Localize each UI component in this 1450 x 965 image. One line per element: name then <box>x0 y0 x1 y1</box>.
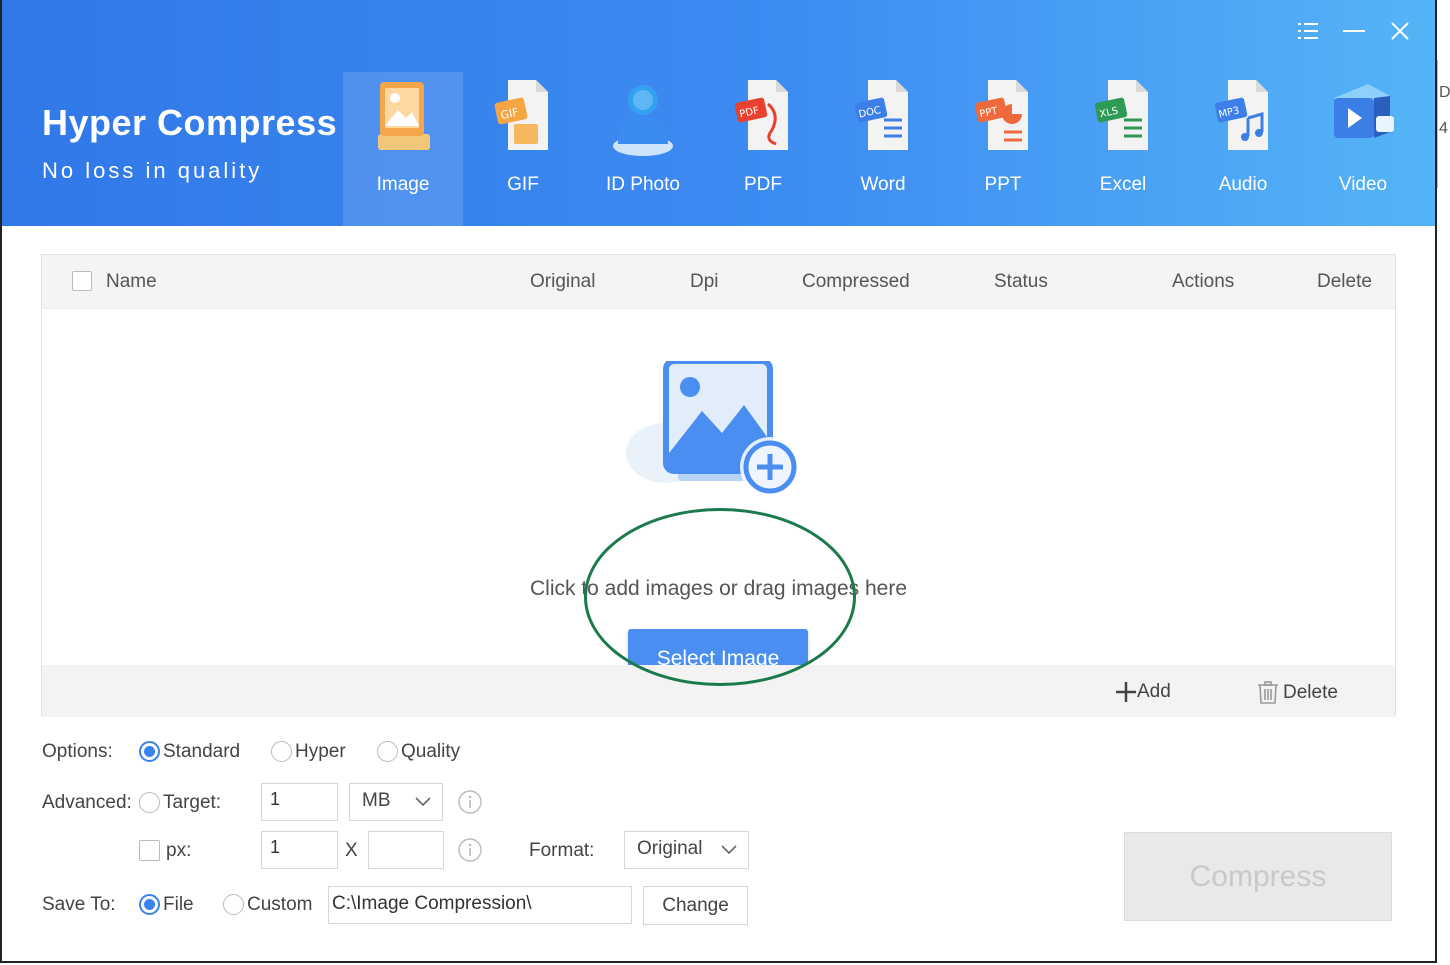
add-label: Add <box>1137 681 1171 702</box>
tab-gif[interactable]: GIF GIF <box>463 72 583 226</box>
drop-hint-text: Click to add images or drag images here <box>529 577 907 600</box>
tab-excel[interactable]: XLS Excel <box>1063 72 1183 226</box>
format-label: Format: <box>529 840 595 861</box>
ppt-icon: PPT <box>974 80 1028 150</box>
column-original[interactable]: Original <box>530 271 595 293</box>
chevron-down-icon <box>415 797 431 807</box>
video-icon <box>1334 84 1394 138</box>
tab-label: Excel <box>1099 174 1147 195</box>
gif-icon: GIF <box>494 80 548 150</box>
word-icon: DOC <box>854 80 908 150</box>
radio-target[interactable] <box>139 792 160 813</box>
tab-audio[interactable]: MP3 Audio <box>1183 72 1303 226</box>
radio-save-custom[interactable] <box>223 894 244 915</box>
custom-label[interactable]: Custom <box>247 894 312 916</box>
format-value: Original <box>637 838 703 859</box>
tab-label: GIF <box>507 174 539 195</box>
px-height-input[interactable] <box>368 831 444 869</box>
tab-label: ID Photo <box>606 174 680 195</box>
close-icon[interactable] <box>1389 18 1411 44</box>
file-label[interactable]: File <box>163 894 194 916</box>
file-list-panel: Name Original Dpi Compressed Status Acti… <box>41 254 1396 717</box>
tab-label: Word <box>860 174 906 195</box>
window-controls <box>1297 18 1411 44</box>
menu-icon[interactable] <box>1297 18 1319 44</box>
background-text: Da <box>1439 84 1450 101</box>
brand: Hyper Compress No loss in quality <box>42 102 337 184</box>
tab-label: Video <box>1338 174 1388 195</box>
excel-icon: XLS <box>1094 80 1148 150</box>
target-unit-select[interactable]: MB <box>349 783 443 821</box>
info-icon[interactable] <box>458 838 482 862</box>
divider <box>1437 60 1438 188</box>
tab-video[interactable]: Video <box>1303 72 1423 226</box>
tab-image[interactable]: Image <box>343 72 463 226</box>
advanced-label: Advanced: <box>42 792 132 813</box>
select-all-checkbox[interactable] <box>72 271 92 291</box>
save-path-field[interactable]: C:\Image Compression\ <box>328 886 632 924</box>
compress-button[interactable]: Compress <box>1124 832 1392 921</box>
hyper-label[interactable]: Hyper <box>295 741 346 763</box>
standard-label[interactable]: Standard <box>163 741 240 763</box>
px-label: px: <box>166 840 192 861</box>
radio-hyper[interactable] <box>271 741 292 762</box>
tab-label: Audio <box>1218 174 1268 195</box>
category-tabs: Image GIF GIF ID Photo PDF PDF DOC Word … <box>343 72 1423 226</box>
pdf-icon: PDF <box>734 80 788 150</box>
chevron-down-icon <box>721 845 737 855</box>
header-bar: Hyper Compress No loss in quality Image … <box>2 0 1435 226</box>
image-icon <box>378 82 430 150</box>
px-separator: X <box>345 840 358 861</box>
plus-icon <box>1116 682 1136 702</box>
table-header: Name Original Dpi Compressed Status Acti… <box>42 255 1395 309</box>
add-image-icon <box>626 361 800 497</box>
quality-label[interactable]: Quality <box>401 741 460 763</box>
tab-ppt[interactable]: PPT PPT <box>943 72 1063 226</box>
target-label[interactable]: Target: <box>163 792 221 814</box>
format-select[interactable]: Original <box>624 831 749 869</box>
column-status[interactable]: Status <box>994 271 1048 293</box>
tab-word[interactable]: DOC Word <box>823 72 943 226</box>
change-button[interactable]: Change <box>643 886 748 925</box>
tab-label: PDF <box>744 174 782 195</box>
delete-button[interactable]: Delete <box>1257 681 1338 705</box>
options-label: Options: <box>42 741 113 762</box>
radio-quality[interactable] <box>377 741 398 762</box>
app-window: Hyper Compress No loss in quality Image … <box>0 0 1437 963</box>
px-checkbox[interactable] <box>139 840 160 861</box>
id-photo-icon <box>613 85 673 156</box>
info-icon[interactable] <box>458 790 482 814</box>
column-dpi[interactable]: Dpi <box>690 271 719 293</box>
trash-icon <box>1258 681 1278 704</box>
column-compressed[interactable]: Compressed <box>802 271 910 293</box>
background-text: 4 <box>1439 120 1448 137</box>
minimize-icon[interactable] <box>1343 18 1365 44</box>
delete-label: Delete <box>1283 682 1338 703</box>
column-name[interactable]: Name <box>106 271 157 293</box>
tab-pdf[interactable]: PDF PDF <box>703 72 823 226</box>
add-button[interactable]: Add <box>1115 681 1171 703</box>
table-footer: Add Delete <box>42 665 1395 717</box>
app-title: Hyper Compress <box>42 102 338 143</box>
radio-standard[interactable] <box>139 741 160 762</box>
px-width-input[interactable]: 1 <box>261 831 338 869</box>
target-size-input[interactable]: 1 <box>261 783 338 821</box>
background-window-edge: Da 4 <box>1437 0 1450 965</box>
column-delete[interactable]: Delete <box>1317 271 1372 293</box>
audio-icon: MP3 <box>1214 80 1268 150</box>
tab-label: PPT <box>984 174 1022 195</box>
tab-id-photo[interactable]: ID Photo <box>583 72 703 226</box>
column-actions[interactable]: Actions <box>1172 271 1234 293</box>
save-to-label: Save To: <box>42 894 116 915</box>
app-subtitle: No loss in quality <box>42 158 263 183</box>
drop-zone[interactable]: Click to add images or drag images here … <box>42 309 1395 688</box>
tab-label: Image <box>376 174 430 195</box>
target-unit-value: MB <box>362 790 391 811</box>
radio-save-file[interactable] <box>139 894 160 915</box>
